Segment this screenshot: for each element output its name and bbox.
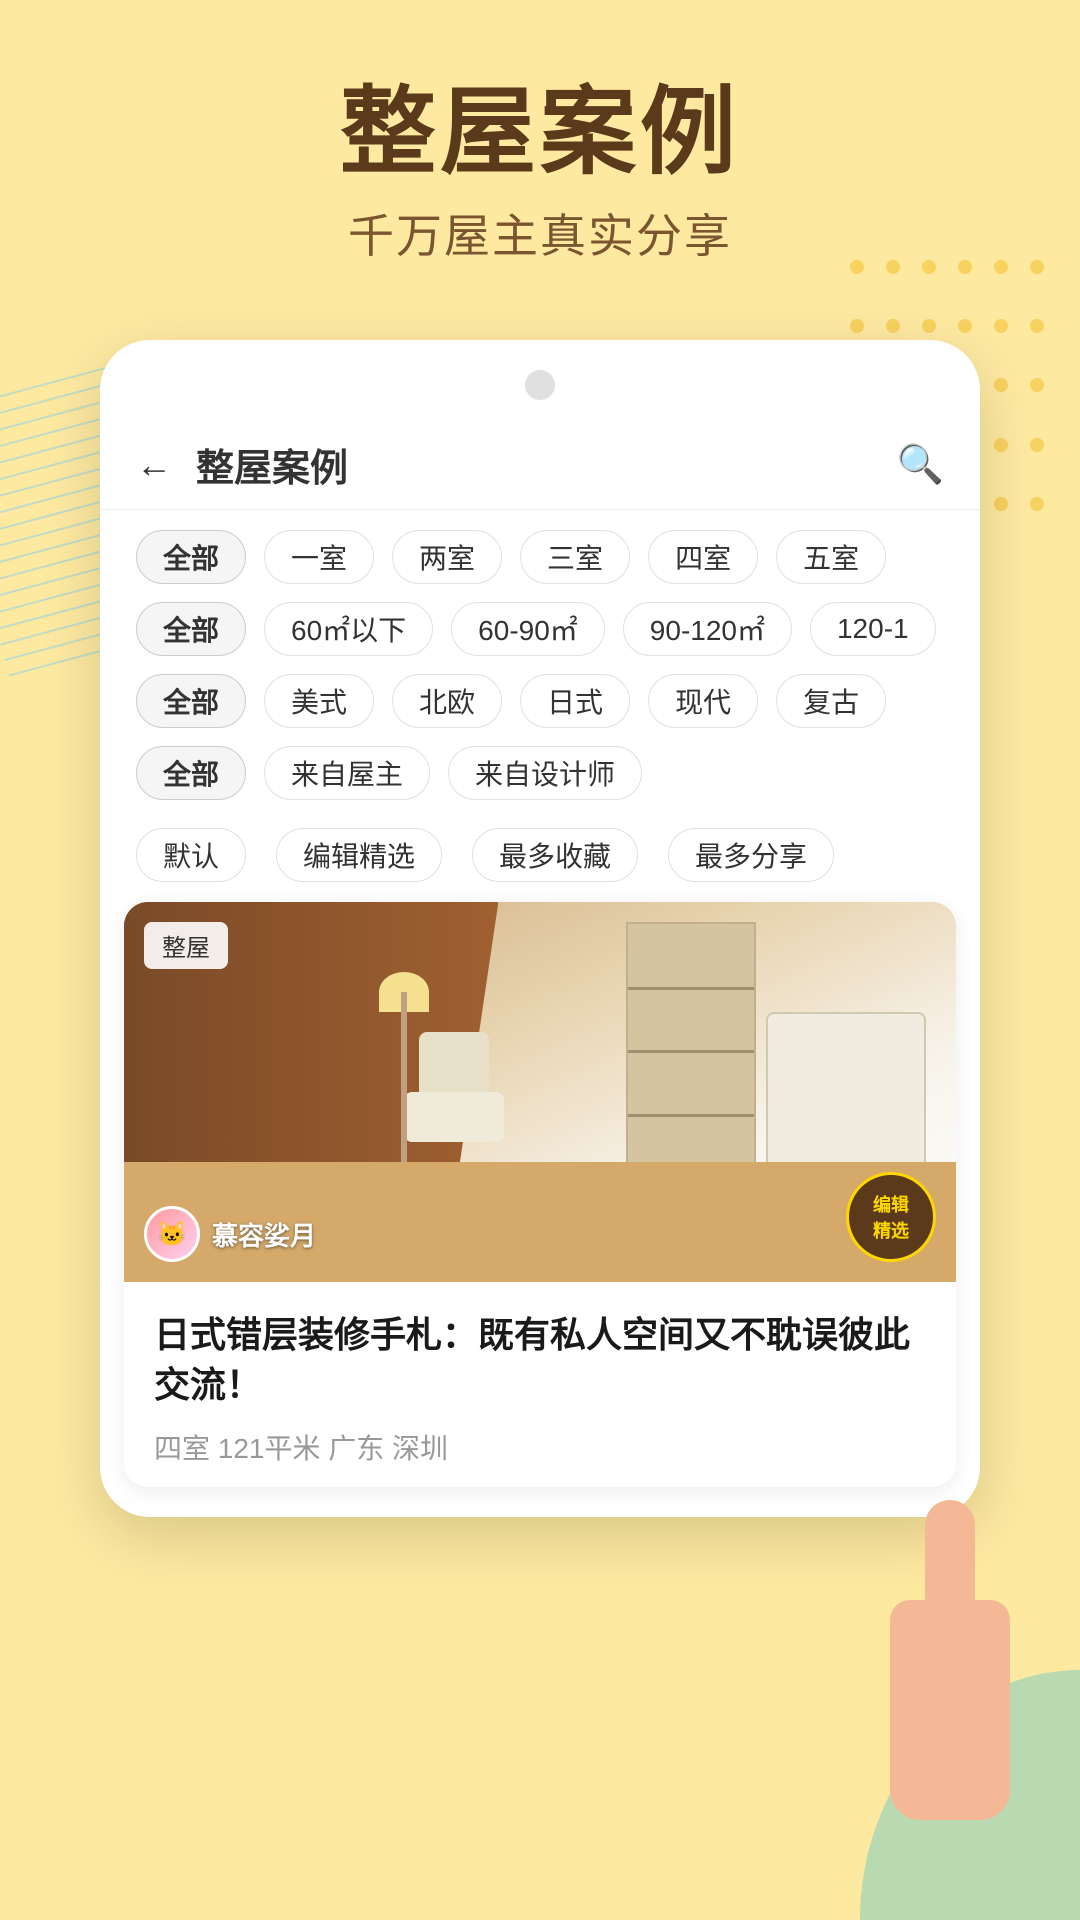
avatar-emoji: 🐱 xyxy=(157,1220,187,1249)
phone-notch xyxy=(525,370,555,400)
filter-chip-3room[interactable]: 三室 xyxy=(520,530,630,584)
hand-illustration xyxy=(860,1500,1040,1820)
filter-row-room: 全部 一室 两室 三室 四室 五室 xyxy=(136,530,944,584)
filter-chip-120plus[interactable]: 120-1 xyxy=(810,602,936,656)
card-tag: 整屋 xyxy=(144,922,228,969)
editor-badge-line2: 精选 xyxy=(873,1217,909,1243)
filter-chip-all-area[interactable]: 全部 xyxy=(136,602,246,656)
card-image: 整屋 编辑 精选 🐱 慕容娑月 xyxy=(124,902,956,1282)
filter-section: 全部 一室 两室 三室 四室 五室 全部 60㎡以下 60-90㎡ 90-120… xyxy=(100,510,980,828)
sort-editor[interactable]: 编辑精选 xyxy=(276,828,442,882)
hero-title: 整屋案例 xyxy=(0,80,1080,186)
filter-chip-from-owner[interactable]: 来自屋主 xyxy=(264,746,430,800)
card-meta: 四室 121平米 广东 深圳 xyxy=(154,1427,926,1467)
user-name: 慕容娑月 xyxy=(212,1216,316,1253)
editor-badge: 编辑 精选 xyxy=(846,1172,936,1262)
hero-subtitle: 千万屋主真实分享 xyxy=(0,200,1080,266)
filter-row-source: 全部 来自屋主 来自设计师 xyxy=(136,746,944,800)
search-icon[interactable]: 🔍 xyxy=(897,443,944,487)
filter-chip-5room[interactable]: 五室 xyxy=(776,530,886,584)
filter-row-style: 全部 美式 北欧 日式 现代 复古 xyxy=(136,674,944,728)
card-section: 整屋 编辑 精选 🐱 慕容娑月 日式错层装修手札：既有私人空间又不耽误彼此交流！ xyxy=(100,902,980,1517)
filter-chip-all-room[interactable]: 全部 xyxy=(136,530,246,584)
card-title: 日式错层装修手札：既有私人空间又不耽误彼此交流！ xyxy=(154,1310,926,1411)
filter-chip-japanese[interactable]: 日式 xyxy=(520,674,630,728)
sort-row: 默认 编辑精选 最多收藏 最多分享 xyxy=(100,828,980,882)
cabinet xyxy=(766,1012,926,1172)
floor-lamp xyxy=(384,972,424,1172)
filter-chip-60-90[interactable]: 60-90㎡ xyxy=(451,602,605,656)
filter-chip-1room[interactable]: 一室 xyxy=(264,530,374,584)
avatar: 🐱 xyxy=(144,1206,200,1262)
phone-mockup: ← 整屋案例 🔍 全部 一室 两室 三室 四室 五室 全部 60㎡以下 60-9… xyxy=(100,340,980,1517)
filter-chip-60below[interactable]: 60㎡以下 xyxy=(264,602,433,656)
app-header: ← 整屋案例 🔍 xyxy=(100,420,980,510)
filter-chip-american[interactable]: 美式 xyxy=(264,674,374,728)
hand-palm xyxy=(890,1600,1010,1820)
filter-chip-all-source[interactable]: 全部 xyxy=(136,746,246,800)
filter-chip-90-120[interactable]: 90-120㎡ xyxy=(623,602,792,656)
filter-chip-nordic[interactable]: 北欧 xyxy=(392,674,502,728)
filter-chip-from-designer[interactable]: 来自设计师 xyxy=(448,746,642,800)
hero-section: 整屋案例 千万屋主真实分享 xyxy=(0,80,1080,266)
filter-chip-retro[interactable]: 复古 xyxy=(776,674,886,728)
filter-row-area: 全部 60㎡以下 60-90㎡ 90-120㎡ 120-1 xyxy=(136,602,944,656)
editor-badge-line1: 编辑 xyxy=(873,1191,909,1217)
sort-most-collected[interactable]: 最多收藏 xyxy=(472,828,638,882)
filter-chip-all-style[interactable]: 全部 xyxy=(136,674,246,728)
sort-most-shared[interactable]: 最多分享 xyxy=(668,828,834,882)
sort-default[interactable]: 默认 xyxy=(136,828,246,882)
back-button[interactable]: ← xyxy=(136,444,172,486)
user-info: 🐱 慕容娑月 xyxy=(144,1206,316,1262)
content-card[interactable]: 整屋 编辑 精选 🐱 慕容娑月 日式错层装修手札：既有私人空间又不耽误彼此交流！ xyxy=(124,902,956,1487)
filter-chip-2room[interactable]: 两室 xyxy=(392,530,502,584)
filter-chip-4room[interactable]: 四室 xyxy=(648,530,758,584)
page-title: 整屋案例 xyxy=(196,437,897,492)
card-content: 日式错层装修手札：既有私人空间又不耽误彼此交流！ 四室 121平米 广东 深圳 xyxy=(124,1282,956,1487)
filter-chip-modern[interactable]: 现代 xyxy=(648,674,758,728)
